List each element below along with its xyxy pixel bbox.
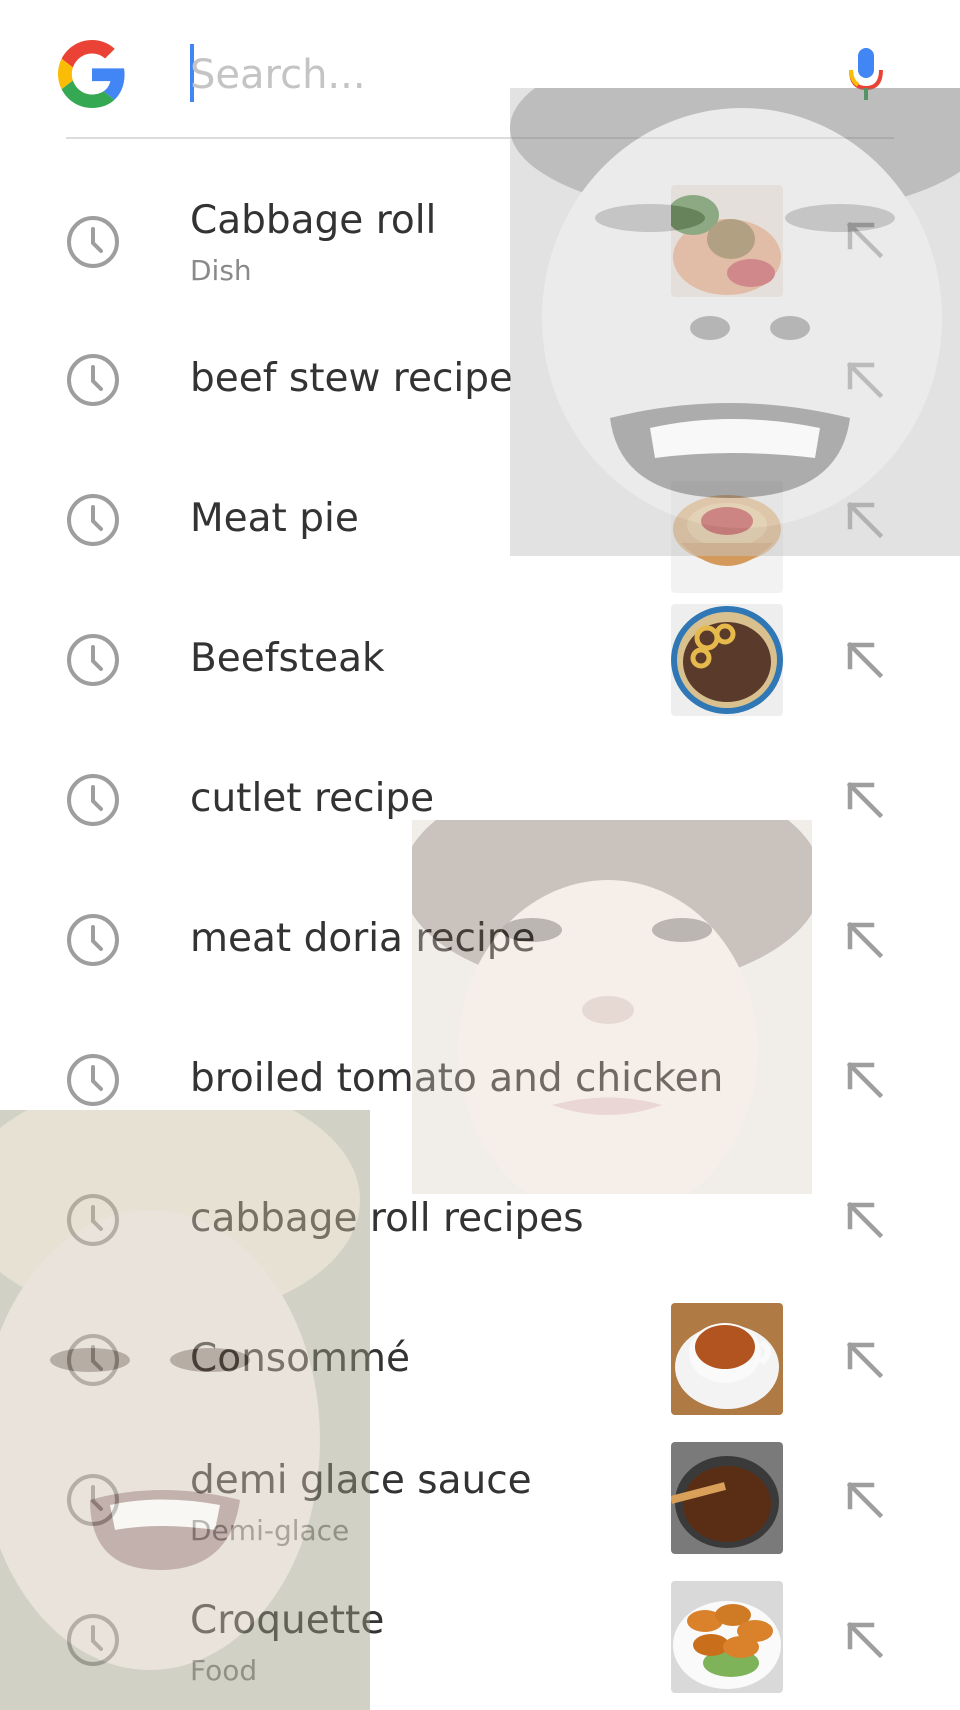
demi-glace-thumbnail — [671, 1442, 783, 1554]
suggestion-row[interactable]: beef stew recipe — [0, 310, 960, 450]
suggestion-row[interactable]: cutlet recipe — [0, 730, 960, 870]
suggestion-label: demi glace sauce — [190, 1458, 532, 1503]
suggestion-label: beef stew recipe — [190, 356, 513, 401]
suggestion-row[interactable]: cabbage roll recipes — [0, 1150, 960, 1290]
suggestion-label: Cabbage roll — [190, 198, 437, 243]
consomme-thumbnail — [671, 1303, 783, 1415]
search-bar — [0, 0, 960, 140]
clock-icon — [67, 216, 119, 268]
search-input[interactable] — [190, 42, 810, 108]
suggestion-subtitle: Dish — [190, 254, 252, 287]
arrow-up-left-icon[interactable] — [842, 917, 888, 963]
suggestion-label: broiled tomato and chicken — [190, 1056, 724, 1101]
suggestion-row[interactable]: broiled tomato and chicken — [0, 1010, 960, 1150]
suggestion-label: Croquette — [190, 1598, 385, 1643]
suggestion-label: cabbage roll recipes — [190, 1196, 584, 1241]
clock-icon — [67, 354, 119, 406]
arrow-up-left-icon[interactable] — [842, 357, 888, 403]
suggestion-row[interactable]: Meat pie — [0, 450, 960, 593]
arrow-up-left-icon[interactable] — [842, 217, 888, 263]
suggestion-row[interactable]: Beefsteak — [0, 590, 960, 730]
suggestion-label: Meat pie — [190, 496, 359, 541]
meat-pie-thumbnail — [671, 481, 783, 593]
microphone-icon[interactable] — [846, 46, 886, 104]
clock-icon — [67, 914, 119, 966]
clock-icon — [67, 1614, 119, 1666]
arrow-up-left-icon[interactable] — [842, 637, 888, 683]
suggestion-row[interactable]: Cabbage roll Dish — [0, 170, 960, 310]
suggestion-row[interactable]: Consommé — [0, 1290, 960, 1430]
clock-icon — [67, 1334, 119, 1386]
suggestion-subtitle: Food — [190, 1654, 258, 1687]
suggestion-row[interactable]: meat doria recipe — [0, 870, 960, 1010]
cabbage-roll-thumbnail — [671, 185, 783, 297]
beefsteak-thumbnail — [671, 604, 783, 716]
arrow-up-left-icon[interactable] — [842, 497, 888, 543]
arrow-up-left-icon[interactable] — [842, 777, 888, 823]
clock-icon — [67, 1054, 119, 1106]
croquette-thumbnail — [671, 1581, 783, 1693]
clock-icon — [67, 494, 119, 546]
suggestion-label: cutlet recipe — [190, 776, 435, 821]
arrow-up-left-icon[interactable] — [842, 1617, 888, 1663]
clock-icon — [67, 774, 119, 826]
suggestion-label: meat doria recipe — [190, 916, 536, 961]
clock-icon — [67, 1474, 119, 1526]
suggestion-row[interactable]: demi glace sauce Demi-glace — [0, 1430, 960, 1570]
arrow-up-left-icon[interactable] — [842, 1197, 888, 1243]
arrow-up-left-icon[interactable] — [842, 1337, 888, 1383]
suggestion-label: Beefsteak — [190, 636, 385, 681]
search-divider — [66, 137, 894, 139]
arrow-up-left-icon[interactable] — [842, 1057, 888, 1103]
suggestion-label: Consommé — [190, 1336, 410, 1381]
suggestion-row[interactable]: Croquette Food — [0, 1570, 960, 1710]
clock-icon — [67, 1194, 119, 1246]
arrow-up-left-icon[interactable] — [842, 1477, 888, 1523]
google-logo-icon[interactable] — [58, 40, 126, 108]
clock-icon — [67, 634, 119, 686]
suggestion-subtitle: Demi-glace — [190, 1514, 350, 1547]
